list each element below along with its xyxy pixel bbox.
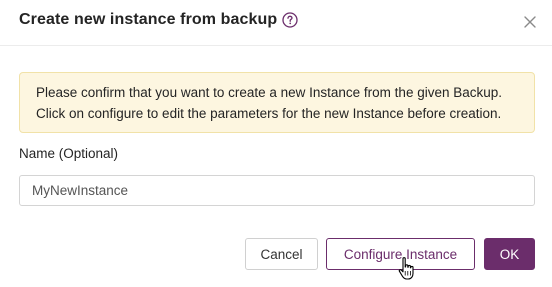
notice-line-2: Click on configure to edit the parameter…: [36, 106, 502, 121]
confirmation-notice: Please confirm that you want to create a…: [19, 72, 535, 133]
hand-pointer-icon: [397, 256, 419, 282]
close-icon[interactable]: [523, 15, 537, 29]
create-instance-dialog: Create new instance from backup Please c…: [0, 0, 552, 283]
name-field-label: Name (Optional): [19, 146, 119, 161]
dialog-header: Create new instance from backup: [0, 0, 552, 46]
name-input[interactable]: [19, 175, 535, 206]
cancel-button[interactable]: Cancel: [245, 238, 318, 270]
ok-button[interactable]: OK: [484, 238, 535, 270]
question-circle-icon[interactable]: [282, 12, 298, 28]
notice-line-1: Please confirm that you want to create a…: [36, 85, 503, 100]
dialog-title: Create new instance from backup: [19, 11, 278, 28]
title-row: Create new instance from backup: [19, 11, 298, 29]
